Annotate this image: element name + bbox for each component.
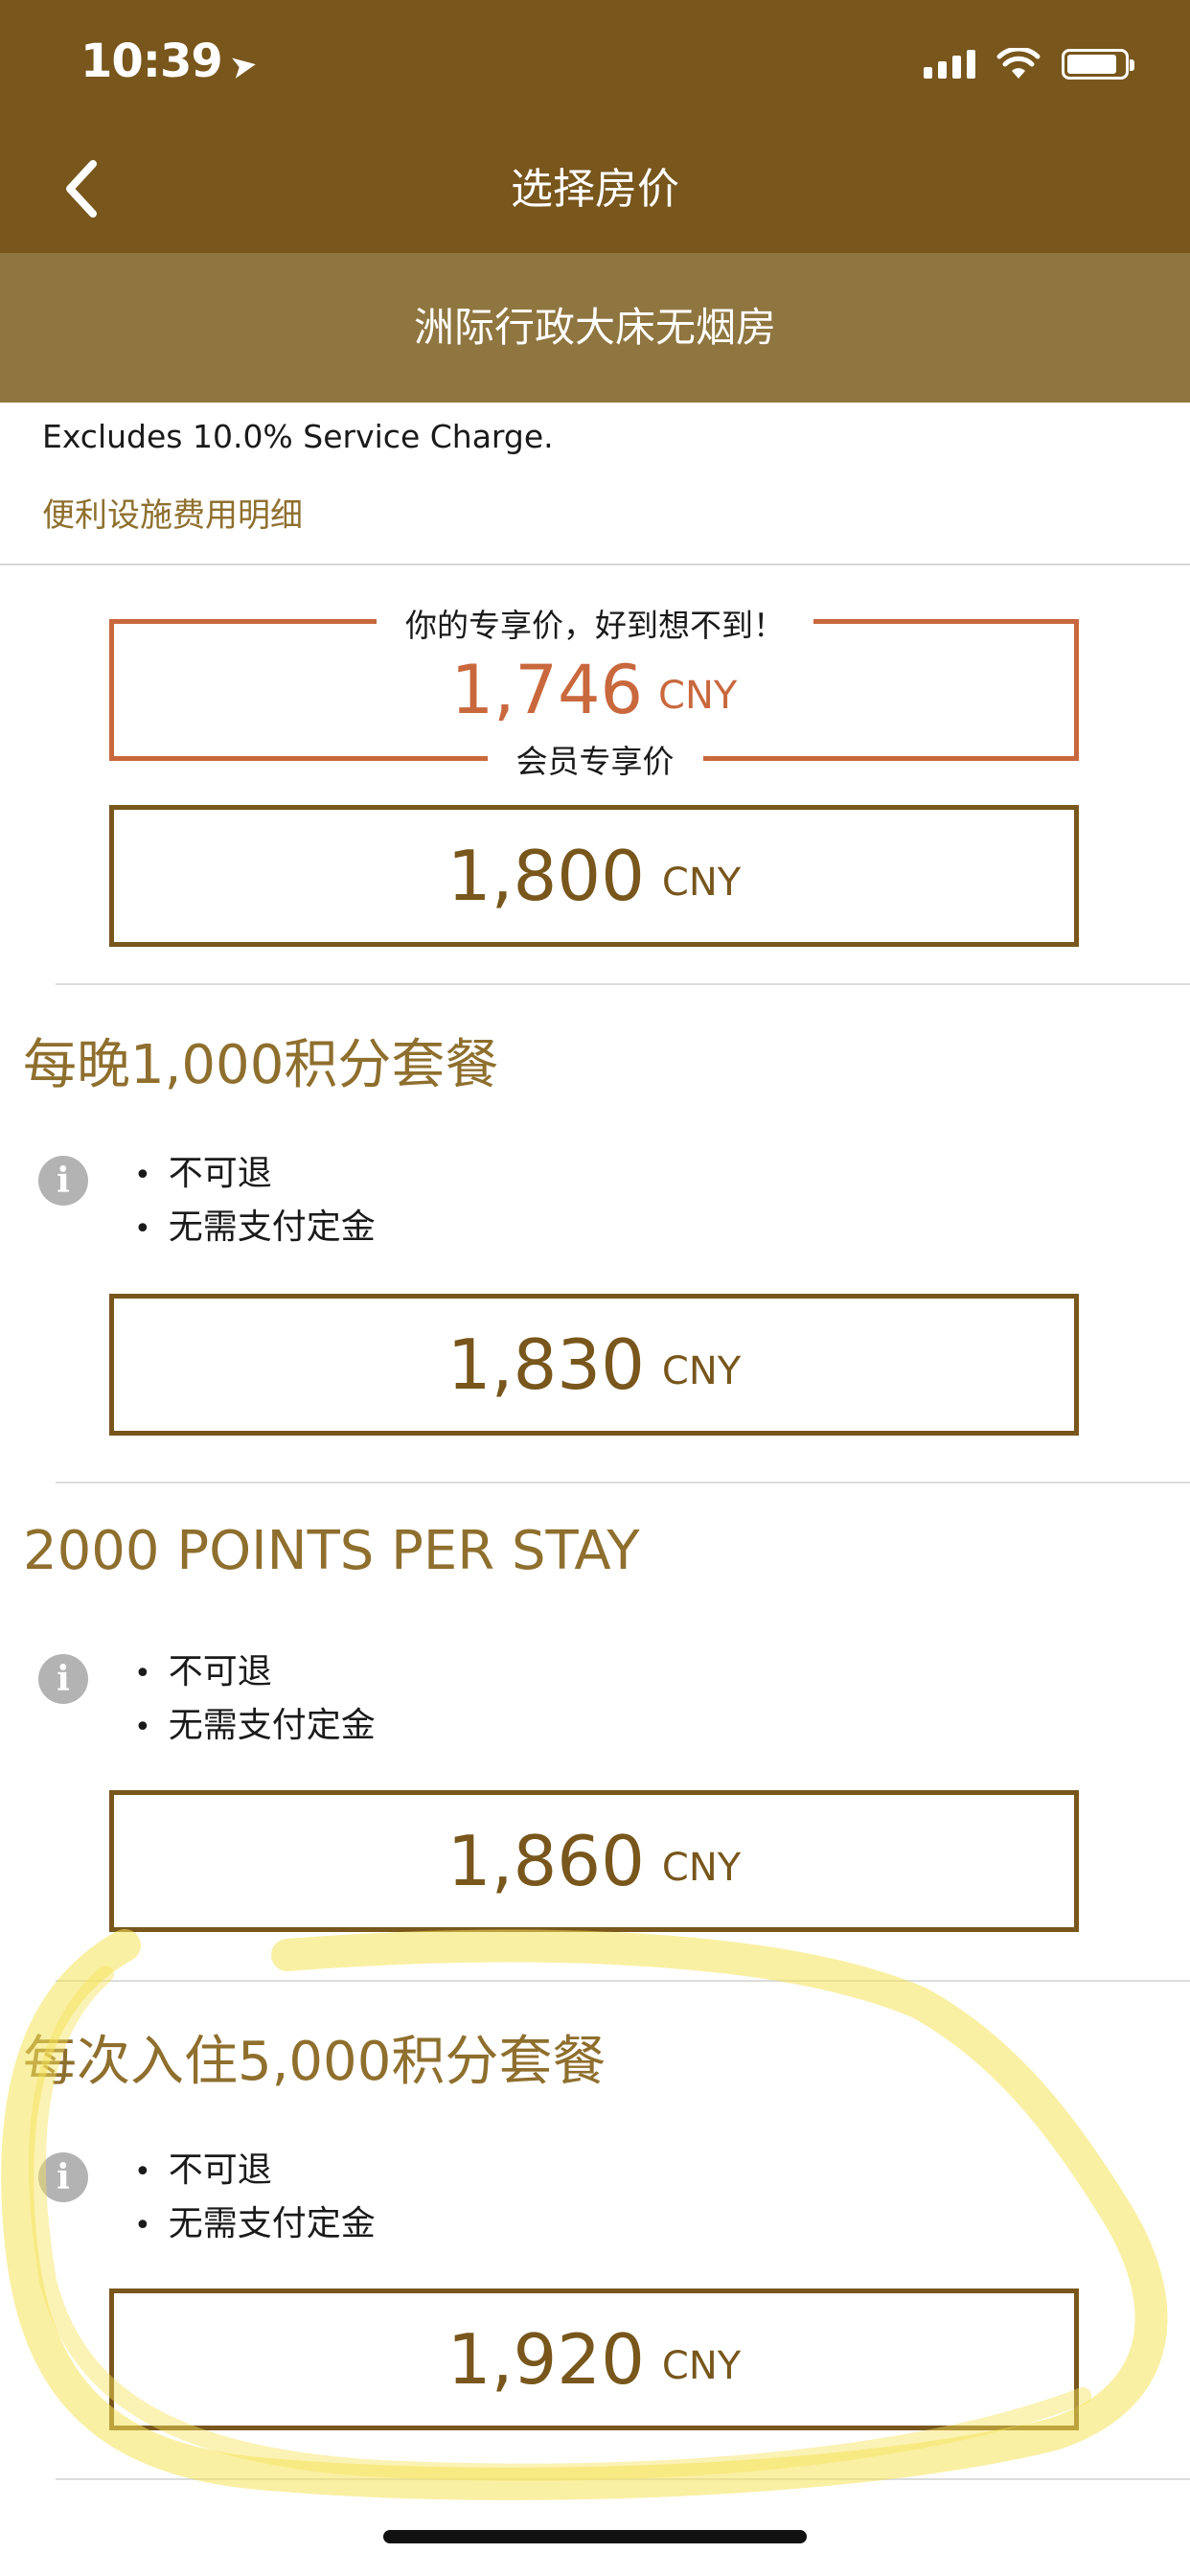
policy-item: 无需支付定金 bbox=[134, 2198, 376, 2252]
status-time: 10:39 ➤ bbox=[80, 34, 260, 88]
package-price-currency: CNY bbox=[661, 1349, 742, 1393]
battery-icon bbox=[1062, 49, 1134, 80]
home-indicator[interactable] bbox=[383, 2530, 807, 2543]
package-price-amount: 1,860 bbox=[446, 1821, 645, 1901]
nav-bar: 选择房价 bbox=[0, 126, 1190, 253]
divider bbox=[56, 1482, 1190, 1484]
divider bbox=[56, 2478, 1190, 2480]
policy-item: 不可退 bbox=[134, 1646, 376, 1700]
amenity-fee-link[interactable]: 便利设施费用明细 bbox=[42, 489, 303, 536]
package-price-amount: 1,830 bbox=[446, 1324, 645, 1405]
package-title: 每晚1,000积分套餐 bbox=[23, 1034, 499, 1096]
package-title: 每次入住5,000积分套餐 bbox=[23, 2031, 606, 2093]
service-charge-note: Excludes 10.0% Service Charge. bbox=[42, 418, 554, 455]
package-price-button[interactable]: 1,860 CNY bbox=[109, 1790, 1079, 1932]
status-bar: 10:39 ➤ bbox=[0, 0, 1190, 126]
status-icons bbox=[924, 40, 1134, 88]
wifi-icon bbox=[996, 48, 1041, 79]
policy-item: 无需支付定金 bbox=[134, 1700, 376, 1754]
divider bbox=[56, 1980, 1190, 1982]
info-icon[interactable]: i bbox=[38, 2152, 88, 2202]
member-offer-bottom-label: 会员专享价 bbox=[0, 736, 1190, 782]
member-price-amount: 1,746 bbox=[450, 651, 644, 729]
package-price-currency: CNY bbox=[661, 1846, 742, 1890]
package-title: 2000 POINTS PER STAY bbox=[23, 1520, 640, 1582]
info-icon[interactable]: i bbox=[38, 1654, 88, 1704]
room-name-bar: 洲际行政大床无烟房 bbox=[0, 253, 1190, 402]
standard-price-amount: 1,800 bbox=[446, 836, 645, 916]
package-price-button[interactable]: 1,830 CNY bbox=[109, 1294, 1079, 1436]
standard-price-currency: CNY bbox=[661, 861, 742, 905]
standard-price-button[interactable]: 1,800 CNY bbox=[109, 805, 1079, 947]
policy-item: 无需支付定金 bbox=[134, 1202, 376, 1255]
info-icon[interactable]: i bbox=[38, 1156, 88, 1206]
policy-list: 不可退 无需支付定金 bbox=[134, 1148, 376, 1255]
battery-level bbox=[1067, 55, 1117, 74]
page-title: 选择房价 bbox=[511, 165, 679, 214]
policy-item: 不可退 bbox=[134, 2145, 376, 2198]
package-price-button[interactable]: 1,920 CNY bbox=[109, 2288, 1079, 2430]
clock-text: 10:39 bbox=[80, 34, 223, 88]
policy-list: 不可退 无需支付定金 bbox=[134, 1646, 376, 1754]
location-arrow-icon: ➤ bbox=[226, 44, 260, 88]
package-price-currency: CNY bbox=[661, 2344, 742, 2388]
divider bbox=[56, 983, 1190, 985]
policy-item: 不可退 bbox=[134, 1148, 376, 1202]
member-price-currency: CNY bbox=[658, 674, 738, 718]
cellular-signal-icon bbox=[924, 50, 975, 79]
info-panel: Excludes 10.0% Service Charge. 便利设施费用明细 bbox=[0, 402, 1190, 565]
policy-list: 不可退 无需支付定金 bbox=[134, 2145, 376, 2252]
package-price-amount: 1,920 bbox=[446, 2319, 645, 2400]
member-offer-top-label: 你的专享价，好到想不到！ bbox=[0, 600, 1190, 646]
